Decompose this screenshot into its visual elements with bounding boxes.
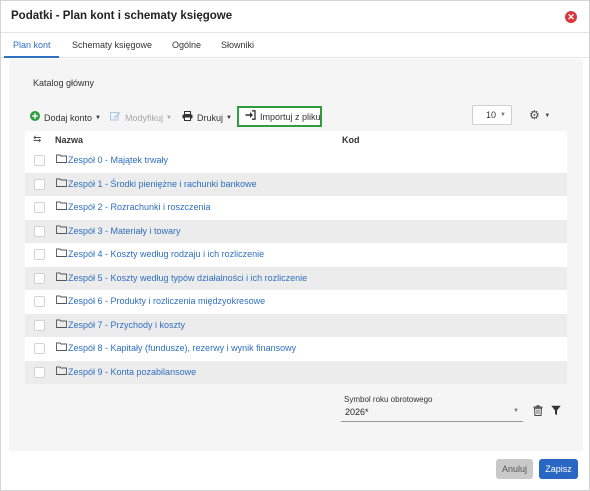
fiscal-year-select[interactable]: 2026* ▼ — [341, 403, 523, 422]
modify-label: Modyfikuj — [125, 112, 164, 123]
import-label: Importuj z pliku — [260, 111, 321, 122]
folder-icon — [56, 178, 67, 187]
folder-icon — [56, 342, 67, 351]
reorder-icon[interactable]: ⇆ — [33, 134, 41, 145]
row-name-link[interactable]: Zespół 0 - Majątek trwały — [68, 155, 168, 165]
row-checkbox[interactable] — [34, 178, 45, 190]
chevron-down-icon: ▼ — [166, 114, 172, 121]
modify-button[interactable]: Modyfikuj ▼ — [110, 111, 172, 124]
printer-icon — [182, 111, 193, 124]
table-row[interactable]: Zespół 1 - Środki pieniężne i rachunki b… — [25, 172, 567, 196]
print-button[interactable]: Drukuj ▼ — [182, 111, 232, 124]
row-name-link[interactable]: Zespół 2 - Rozrachunki i roszczenia — [68, 202, 211, 212]
tab-slowniki[interactable]: Słowniki — [221, 40, 254, 50]
add-account-label: Dodaj konto — [44, 112, 93, 123]
folder-icon — [56, 319, 67, 328]
row-checkbox[interactable] — [34, 343, 45, 354]
chevron-down-icon: ▼ — [513, 408, 519, 414]
import-from-file-button[interactable]: Importuj z pliku — [237, 106, 322, 127]
table-row[interactable]: Zespół 2 - Rozrachunki i roszczenia — [25, 196, 567, 220]
close-icon[interactable]: ✕ — [565, 11, 577, 23]
table-row[interactable]: Zespół 6 - Produkty i rozliczenia między… — [25, 290, 567, 314]
tab-ogolne[interactable]: Ogólne — [172, 40, 201, 50]
folder-icon — [56, 248, 67, 257]
row-name-link[interactable]: Zespół 7 - Przychody i koszty — [68, 320, 185, 330]
row-name-link[interactable]: Zespół 5 - Koszty według typów działalno… — [68, 273, 307, 283]
row-name-link[interactable]: Zespół 3 - Materiały i towary — [68, 226, 181, 236]
save-button[interactable]: Zapisz — [539, 459, 578, 479]
tab-schematy-ksiegowe[interactable]: Schematy księgowe — [72, 40, 152, 50]
folder-icon — [56, 272, 67, 281]
folder-icon — [56, 225, 67, 234]
table-row[interactable]: Zespół 0 - Majątek trwały — [25, 149, 567, 173]
row-checkbox[interactable] — [34, 155, 45, 166]
title-bar: Podatki - Plan kont i schematy księgowe … — [1, 1, 589, 33]
add-account-button[interactable]: Dodaj konto ▼ — [30, 111, 101, 124]
row-name-link[interactable]: Zespół 8 - Kapitały (fundusze), rezerwy … — [68, 343, 296, 353]
chevron-down-icon: ▼ — [542, 112, 551, 119]
dialog-window: Podatki - Plan kont i schematy księgowe … — [0, 0, 590, 491]
tab-plan-kont[interactable]: Plan kont — [13, 40, 51, 50]
table-row[interactable]: Zespół 5 - Koszty według typów działalno… — [25, 266, 567, 290]
row-checkbox[interactable] — [34, 225, 45, 237]
column-header-name[interactable]: Nazwa — [55, 135, 83, 145]
filter-icon[interactable] — [551, 405, 561, 416]
row-name-link[interactable]: Zespół 4 - Koszty według rodzaju i ich r… — [68, 249, 264, 259]
breadcrumb[interactable]: Katalog główny — [33, 78, 94, 88]
sign-in-icon — [245, 110, 256, 123]
table-row[interactable]: Zespół 9 - Konta pozabilansowe — [25, 360, 567, 384]
chevron-down-icon: ▼ — [226, 114, 232, 121]
gears-icon: ⚙ — [529, 108, 540, 122]
row-name-link[interactable]: Zespół 6 - Produkty i rozliczenia między… — [68, 296, 265, 306]
folder-icon — [56, 201, 67, 210]
trash-icon[interactable] — [533, 405, 543, 416]
table-row[interactable]: Zespół 4 - Koszty według rodzaju i ich r… — [25, 243, 567, 267]
active-tab-indicator — [4, 56, 59, 58]
row-checkbox[interactable] — [34, 272, 45, 284]
cancel-button[interactable]: Anuluj — [496, 459, 533, 479]
column-header-code[interactable]: Kod — [342, 135, 360, 145]
table-row[interactable]: Zespół 7 - Przychody i koszty — [25, 313, 567, 337]
chevron-down-icon: ▼ — [95, 114, 101, 121]
table-row[interactable]: Zespół 8 - Kapitały (fundusze), rezerwy … — [25, 337, 567, 361]
dialog-title: Podatki - Plan kont i schematy księgowe — [11, 10, 233, 22]
folder-icon — [56, 366, 67, 375]
folder-icon — [56, 154, 67, 163]
row-checkbox[interactable] — [34, 202, 45, 213]
chevron-down-icon: ▼ — [500, 112, 506, 118]
row-name-link[interactable]: Zespół 9 - Konta pozabilansowe — [68, 367, 196, 377]
table-header: ⇆ Nazwa Kod — [25, 131, 567, 149]
row-checkbox[interactable] — [34, 319, 45, 331]
plus-circle-icon — [30, 111, 40, 124]
fiscal-year-value: 2026* — [345, 407, 369, 417]
row-checkbox[interactable] — [34, 249, 45, 260]
folder-icon — [56, 295, 67, 304]
table-row[interactable]: Zespół 3 - Materiały i towary — [25, 219, 567, 243]
settings-menu-button[interactable]: ⚙ ▼ — [529, 108, 550, 122]
row-checkbox[interactable] — [34, 296, 45, 307]
page-size-select[interactable]: 10 ▼ — [472, 105, 512, 125]
row-checkbox[interactable] — [34, 366, 45, 378]
tab-bar: Plan kont Schematy księgowe Ogólne Słown… — [1, 34, 589, 58]
edit-icon — [110, 111, 121, 124]
row-name-link[interactable]: Zespół 1 - Środki pieniężne i rachunki b… — [68, 179, 257, 189]
print-label: Drukuj — [197, 112, 224, 123]
page-size-value: 10 — [486, 110, 497, 120]
